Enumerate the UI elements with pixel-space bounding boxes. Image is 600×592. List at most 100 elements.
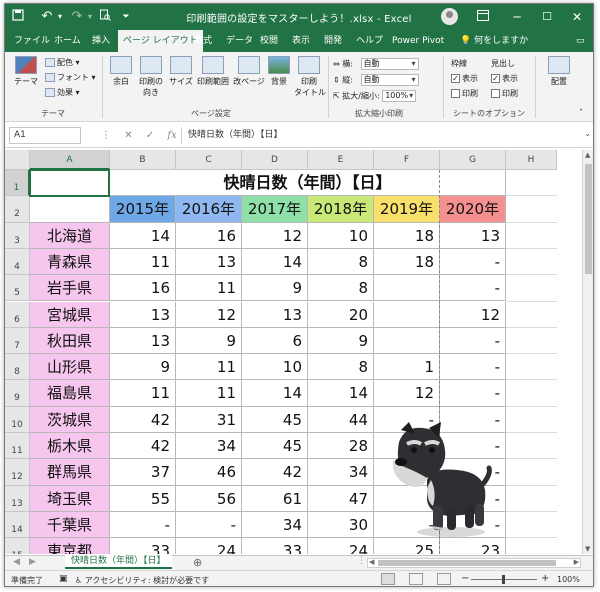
row-header-7[interactable]: 7: [5, 327, 30, 355]
colors-button[interactable]: 配色 ▾: [45, 57, 80, 68]
tab-developer[interactable]: 開発: [319, 30, 347, 52]
tab-review[interactable]: 校閲: [255, 30, 283, 52]
tab-home[interactable]: ホーム: [49, 30, 86, 52]
zoom-level[interactable]: 100%: [557, 575, 580, 584]
background-button[interactable]: 背景: [268, 56, 290, 87]
gridlines-print-checkbox[interactable]: 印刷: [451, 88, 478, 99]
row-header-3[interactable]: 3: [5, 222, 30, 249]
value-cell[interactable]: 12: [176, 301, 242, 328]
prefecture-cell[interactable]: 埼玉県: [30, 485, 110, 512]
scale-spinner[interactable]: 100%: [382, 90, 417, 102]
enter-icon[interactable]: ✓: [146, 130, 154, 141]
zoom-out-icon[interactable]: −: [461, 573, 469, 584]
value-cell[interactable]: 14: [242, 380, 308, 407]
value-cell[interactable]: 12: [374, 380, 440, 407]
tab-help[interactable]: ヘルプ: [351, 30, 388, 52]
row-header-15[interactable]: 15: [5, 538, 30, 554]
new-sheet-icon[interactable]: ⊕: [193, 556, 202, 569]
horizontal-scroll-thumb[interactable]: [378, 560, 556, 566]
print-titles-button[interactable]: 印刷 タイトル: [294, 56, 326, 98]
tab-split-icon[interactable]: ⋮: [357, 556, 366, 566]
value-cell[interactable]: 9: [110, 354, 176, 381]
value-cell[interactable]: 10: [308, 222, 374, 249]
value-cell[interactable]: 42: [110, 433, 176, 460]
year-header-2019年[interactable]: 2019年: [374, 196, 440, 223]
value-cell[interactable]: 16: [176, 222, 242, 249]
gridlines-view-checkbox[interactable]: ✓ 表示: [451, 73, 478, 84]
year-header-2015年[interactable]: 2015年: [110, 196, 176, 223]
year-header-2016年[interactable]: 2016年: [176, 196, 242, 223]
prefecture-cell[interactable]: 山形県: [30, 354, 110, 381]
sheet-nav-prev-icon[interactable]: ◀: [13, 557, 20, 567]
value-cell[interactable]: 18: [374, 248, 440, 276]
tab-insert[interactable]: 挿入: [87, 30, 115, 52]
sheet-title[interactable]: 快晴日数（年間）【日】: [110, 170, 506, 197]
row-header-1[interactable]: 1: [5, 170, 30, 197]
value-cell[interactable]: 12: [440, 301, 506, 328]
scroll-left-icon[interactable]: ◀: [369, 558, 374, 566]
user-avatar-icon[interactable]: [441, 8, 458, 25]
value-cell[interactable]: 8: [308, 275, 374, 302]
row-header-11[interactable]: 11: [5, 433, 30, 460]
value-cell[interactable]: [374, 275, 440, 302]
worksheet-grid[interactable]: ABCDEFGH123456789101112131415快晴日数（年間）【日】…: [5, 150, 582, 554]
column-header-a[interactable]: A: [30, 150, 110, 170]
column-header-c[interactable]: C: [176, 150, 242, 170]
height-combo[interactable]: 自動: [360, 74, 419, 86]
value-cell[interactable]: 33: [242, 538, 308, 554]
value-cell[interactable]: 45: [242, 433, 308, 460]
expand-formula-icon[interactable]: ⌄: [584, 129, 591, 138]
tab-power-pivot[interactable]: Power Pivot: [387, 30, 449, 52]
horizontal-scrollbar[interactable]: ◀ ▶: [367, 558, 581, 568]
value-cell[interactable]: -: [440, 380, 506, 407]
row-header-4[interactable]: 4: [5, 248, 30, 276]
tell-me-search[interactable]: 💡 何をしますか: [455, 30, 533, 52]
value-cell[interactable]: 24: [176, 538, 242, 554]
value-cell[interactable]: 13: [242, 301, 308, 328]
breaks-button[interactable]: 改ページ: [233, 56, 265, 87]
page-break-view-icon[interactable]: [437, 573, 451, 585]
maximize-icon[interactable]: ☐: [539, 8, 555, 26]
collapse-ribbon-icon[interactable]: ˄: [579, 108, 583, 117]
tab-data[interactable]: データ: [221, 30, 258, 52]
value-cell[interactable]: 34: [308, 459, 374, 486]
print-area-button[interactable]: 印刷範囲: [196, 56, 230, 87]
column-header-b[interactable]: B: [110, 150, 176, 170]
value-cell[interactable]: 30: [308, 511, 374, 539]
row-header-14[interactable]: 14: [5, 511, 30, 539]
row-header-6[interactable]: 6: [5, 301, 30, 328]
value-cell[interactable]: 42: [242, 459, 308, 486]
value-cell[interactable]: 11: [110, 380, 176, 407]
row-header-12[interactable]: 12: [5, 459, 30, 486]
value-cell[interactable]: 14: [242, 248, 308, 276]
ribbon-display-icon[interactable]: [475, 8, 491, 26]
row-header-5[interactable]: 5: [5, 275, 30, 302]
prefecture-cell[interactable]: 福島県: [30, 380, 110, 407]
row-header-9[interactable]: 9: [5, 380, 30, 407]
tab-formulas[interactable]: 数式: [189, 30, 217, 52]
value-cell[interactable]: 61: [242, 485, 308, 512]
select-all-corner[interactable]: [5, 150, 30, 170]
scroll-down-icon[interactable]: ▼: [585, 545, 590, 553]
prefecture-cell[interactable]: 東京都: [30, 538, 110, 554]
prefecture-cell[interactable]: 栃木県: [30, 433, 110, 460]
page-layout-view-icon[interactable]: [409, 573, 423, 585]
value-cell[interactable]: -: [440, 275, 506, 302]
cancel-icon[interactable]: ✕: [124, 130, 132, 141]
value-cell[interactable]: 34: [176, 433, 242, 460]
scroll-up-icon[interactable]: ▲: [585, 151, 590, 159]
vertical-scrollbar[interactable]: ▲ ▼: [582, 150, 593, 554]
value-cell[interactable]: 20: [308, 301, 374, 328]
value-cell[interactable]: 9: [308, 327, 374, 355]
value-cell[interactable]: [374, 327, 440, 355]
size-button[interactable]: サイズ: [169, 56, 193, 87]
row-header-8[interactable]: 8: [5, 354, 30, 381]
column-header-g[interactable]: G: [440, 150, 506, 170]
prefecture-cell[interactable]: 千葉県: [30, 511, 110, 539]
cell-a2[interactable]: [30, 196, 110, 223]
prefecture-cell[interactable]: 群馬県: [30, 459, 110, 486]
normal-view-icon[interactable]: [381, 573, 395, 585]
column-header-d[interactable]: D: [242, 150, 308, 170]
value-cell[interactable]: 37: [110, 459, 176, 486]
comments-icon[interactable]: ▭: [571, 30, 590, 52]
